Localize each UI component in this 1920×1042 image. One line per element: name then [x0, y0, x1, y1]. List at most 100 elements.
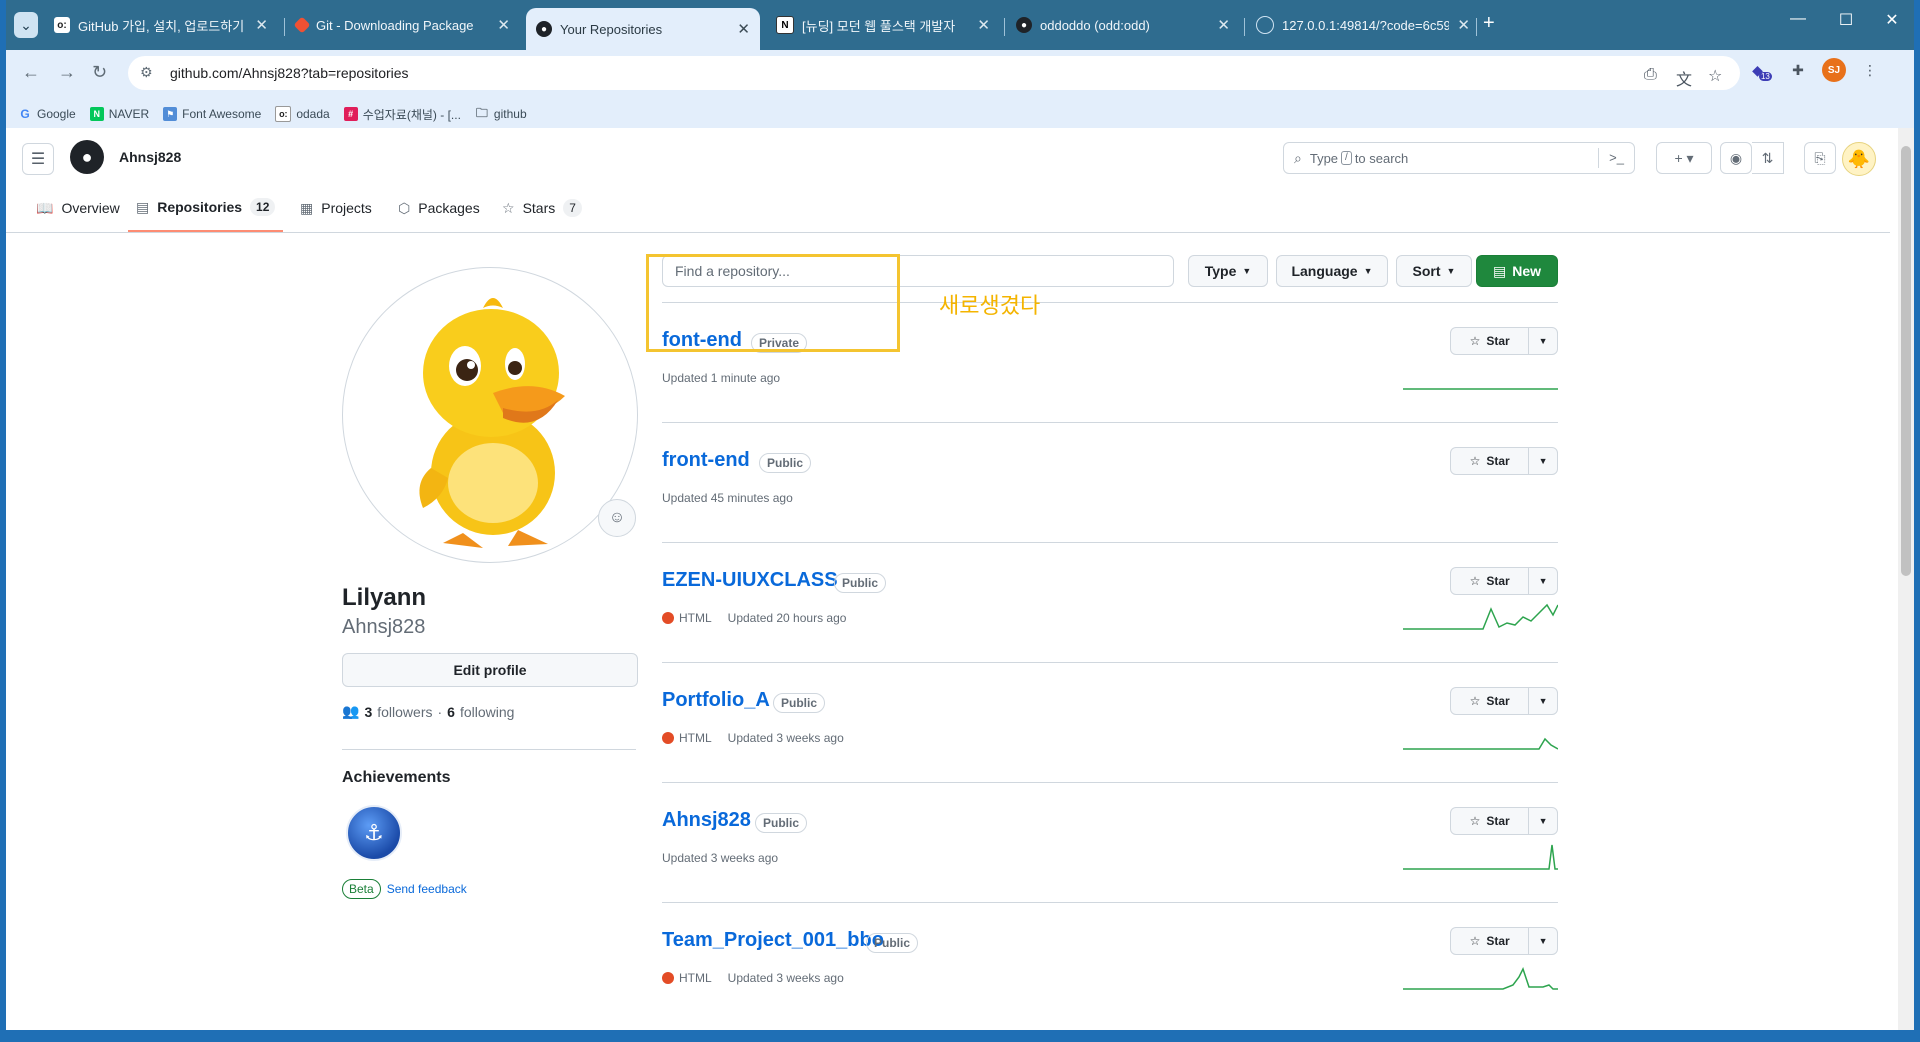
close-window-icon[interactable]: ✕ [1872, 10, 1912, 30]
bookmark-label: 수업자료(채널) - [... [362, 107, 461, 122]
minimize-icon[interactable]: — [1778, 10, 1818, 28]
tab-notion[interactable]: N [뉴딩] 모던 웹 풀스택 개발자 ✕ [766, 8, 1000, 42]
command-palette-icon[interactable]: >_ [1598, 148, 1634, 168]
profile-avatar[interactable]: SJ [1822, 58, 1846, 82]
star-button[interactable]: ☆ Star ▼ [1450, 807, 1558, 835]
menu-icon[interactable]: ☰ [22, 143, 54, 175]
install-icon[interactable]: ⎙ [1644, 66, 1657, 84]
star-main[interactable]: ☆ Star [1451, 328, 1530, 354]
search-placeholder: Type [1309, 150, 1339, 166]
git-icon [293, 16, 311, 34]
type-filter-button[interactable]: Type ▼ [1188, 255, 1268, 287]
sort-filter-button[interactable]: Sort ▼ [1396, 255, 1472, 287]
tab-localhost[interactable]: 127.0.0.1:49814/?code=6c595e ✕ [1246, 8, 1480, 42]
back-icon[interactable]: ← [22, 62, 40, 83]
bookmark-github-folder[interactable]: 🗀 github [475, 106, 527, 122]
bookmark-naver[interactable]: N NAVER [89, 107, 149, 121]
star-button[interactable]: ☆ Star ▼ [1450, 927, 1558, 955]
inbox-icon[interactable]: ⎘ [1804, 142, 1836, 174]
repo-name-link[interactable]: EZEN-UIUXCLASS [662, 569, 838, 592]
bookmark-slack[interactable]: # 수업자료(채널) - [... [343, 106, 461, 123]
star-main[interactable]: ☆ Star [1451, 448, 1530, 474]
tab-packages[interactable]: ⬡ Packages [390, 184, 488, 232]
visibility-badge: Public [755, 813, 808, 833]
extension-icon[interactable]: ◆ 13 [1750, 58, 1774, 82]
star-button[interactable]: ☆ Star ▼ [1450, 447, 1558, 475]
tab-overview[interactable]: 📖 Overview [28, 184, 128, 232]
bookmark-google[interactable]: G Google [18, 107, 75, 121]
tab-git-download[interactable]: Git - Downloading Package ✕ [286, 8, 520, 42]
tab-stars[interactable]: ☆ Stars 7 [494, 184, 590, 232]
followers-count[interactable]: 3 [364, 704, 372, 720]
extensions-puzzle-icon[interactable]: ✚ [1786, 58, 1810, 82]
repo-name-link[interactable]: Ahnsj828 [662, 809, 751, 832]
create-new-button[interactable]: + ▾ [1656, 142, 1712, 174]
tab-projects[interactable]: ▦ Projects [292, 184, 380, 232]
star-list-caret-icon[interactable]: ▼ [1529, 448, 1557, 474]
star-list-caret-icon[interactable]: ▼ [1529, 328, 1557, 354]
address-bar[interactable]: ⚙ github.com/Ahnsj828?tab=repositories ⎙… [128, 56, 1740, 90]
edit-profile-button[interactable]: Edit profile [342, 653, 638, 687]
new-tab-button[interactable]: + [1483, 12, 1495, 35]
star-icon: ☆ [1469, 574, 1481, 588]
bookmark-font-awesome[interactable]: ⚑ Font Awesome [163, 107, 261, 121]
star-list-caret-icon[interactable]: ▼ [1529, 928, 1557, 954]
star-main[interactable]: ☆ Star [1451, 688, 1530, 714]
tab-search-icon[interactable]: ⌄ [14, 12, 38, 38]
star-main[interactable]: ☆ Star [1451, 568, 1530, 594]
bookmark-label: Font Awesome [182, 107, 262, 121]
site-info-icon[interactable]: ⚙ [140, 64, 158, 82]
odada-icon: o: [54, 17, 70, 33]
achievements-title: Achievements [342, 769, 451, 786]
set-status-smiley-icon[interactable]: ☺ [598, 499, 636, 537]
pull-requests-icon[interactable]: ⇅ [1752, 142, 1784, 174]
search-placeholder-suffix: to search [1354, 150, 1409, 166]
star-button[interactable]: ☆ Star ▼ [1450, 327, 1558, 355]
reload-icon[interactable]: ↻ [92, 62, 107, 83]
search-input[interactable]: ⌕ Type / to search >_ [1283, 142, 1635, 174]
close-icon[interactable]: ✕ [1217, 16, 1230, 34]
star-list-caret-icon[interactable]: ▼ [1529, 808, 1557, 834]
tab-separator [1476, 18, 1477, 36]
tab-repositories[interactable]: ▤ Repositories 12 [128, 184, 284, 232]
following-count[interactable]: 6 [447, 704, 455, 720]
header-username[interactable]: Ahnsj828 [119, 149, 181, 165]
star-button[interactable]: ☆ Star ▼ [1450, 567, 1558, 595]
new-repository-button[interactable]: ▤ New [1476, 255, 1558, 287]
close-icon[interactable]: ✕ [737, 20, 750, 38]
extension-badge: 13 [1758, 71, 1772, 81]
repo-name-link[interactable]: Team_Project_001_bbo [662, 929, 884, 952]
following-label[interactable]: following [460, 704, 514, 720]
tab-your-repositories[interactable]: ● Your Repositories ✕ [526, 8, 760, 50]
close-icon[interactable]: ✕ [977, 16, 990, 34]
github-logo-icon[interactable]: ● [70, 140, 104, 174]
user-avatar[interactable]: 🐥 [1842, 142, 1876, 176]
kebab-menu-icon[interactable]: ⋮ [1858, 58, 1882, 82]
address-url[interactable]: github.com/Ahnsj828?tab=repositories [170, 65, 409, 81]
scrollbar-thumb[interactable] [1901, 146, 1911, 576]
language-filter-button[interactable]: Language ▼ [1276, 255, 1388, 287]
close-icon[interactable]: ✕ [255, 16, 268, 34]
bookmark-odada[interactable]: o: odada [275, 106, 330, 122]
issues-icon[interactable]: ◉ [1720, 142, 1752, 174]
maximize-icon[interactable]: ☐ [1826, 10, 1866, 30]
repo-name-link[interactable]: Portfolio_A [662, 689, 770, 712]
translate-icon[interactable]: 文 [1676, 66, 1692, 90]
star-list-caret-icon[interactable]: ▼ [1529, 568, 1557, 594]
repo-name-link[interactable]: front-end [662, 449, 750, 472]
star-main[interactable]: ☆ Star [1451, 928, 1530, 954]
followers-label[interactable]: followers [377, 704, 432, 720]
star-main[interactable]: ☆ Star [1451, 808, 1530, 834]
profile-avatar-large[interactable] [342, 267, 638, 563]
tab-github-guide[interactable]: o: GitHub 가입, 설치, 업로드하기 ✕ [44, 8, 278, 42]
send-feedback-link[interactable]: Send feedback [387, 882, 467, 896]
star-list-caret-icon[interactable]: ▼ [1529, 688, 1557, 714]
star-button[interactable]: ☆ Star ▼ [1450, 687, 1558, 715]
forward-icon[interactable]: → [58, 62, 76, 83]
close-icon[interactable]: ✕ [497, 16, 510, 34]
tab-oddoddo[interactable]: ● oddoddo (odd:odd) ✕ [1006, 8, 1240, 42]
close-icon[interactable]: ✕ [1457, 16, 1470, 34]
bookmark-star-icon[interactable]: ☆ [1708, 66, 1722, 86]
page-scrollbar[interactable] [1898, 128, 1914, 1030]
achievement-badge-icon[interactable]: ⚓ [346, 805, 402, 861]
